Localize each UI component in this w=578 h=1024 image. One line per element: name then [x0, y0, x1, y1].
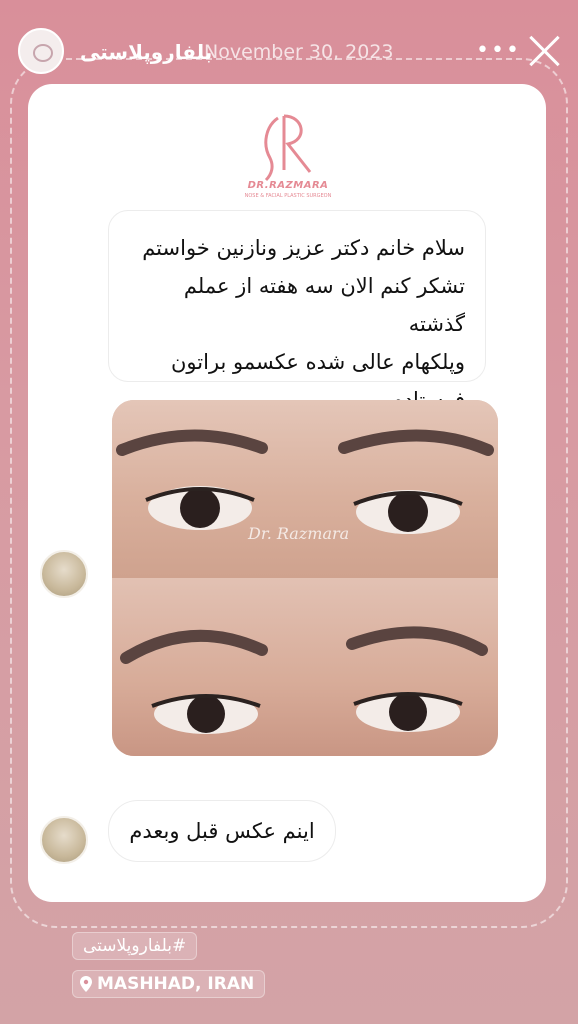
- message-bubble: اینم عکس قبل وبعدم: [108, 800, 336, 862]
- hashtag-sticker[interactable]: #بلفاروپلاستی: [72, 932, 198, 960]
- sender-avatar[interactable]: [40, 550, 88, 598]
- before-after-photo[interactable]: Dr. Razmara: [112, 400, 498, 756]
- location-sticker[interactable]: MASHHAD, IRAN: [72, 970, 266, 998]
- before-photo: Dr. Razmara: [112, 400, 498, 578]
- profile-avatar[interactable]: [18, 28, 64, 74]
- message-line: سلام خانم دکتر عزیز ونازنین خواستم: [142, 236, 465, 260]
- after-photo: [112, 578, 498, 756]
- eyes-illustration: [120, 626, 488, 734]
- close-icon[interactable]: [528, 34, 562, 68]
- more-options-icon[interactable]: •••: [476, 38, 521, 63]
- message-line: تشکر کنم الان سه هفته از عملم گذشته: [183, 274, 465, 336]
- message-text: اینم عکس قبل وبعدم: [129, 819, 315, 843]
- watermark: Dr. Razmara: [248, 524, 350, 543]
- location-label: MASHHAD, IRAN: [97, 974, 255, 994]
- message-line: وپلکهام عالی شده عکسمو براتون: [171, 350, 465, 374]
- eyes-illustration: [116, 429, 494, 534]
- location-pin-icon: [80, 976, 92, 992]
- sender-avatar[interactable]: [40, 816, 88, 864]
- message-text: سلام خانم دکتر عزیز ونازنین خواستم تشکر …: [129, 229, 465, 419]
- message-bubble: سلام خانم دکتر عزیز ونازنین خواستم تشکر …: [108, 210, 486, 412]
- post-date: November 30, 2023: [204, 41, 394, 63]
- brand-name: DR.RAZMARA: [247, 180, 329, 191]
- username[interactable]: بلفاروپلاستی: [80, 40, 212, 64]
- brand-tagline: NOSE & FACIAL PLASTIC SURGEON: [244, 193, 332, 199]
